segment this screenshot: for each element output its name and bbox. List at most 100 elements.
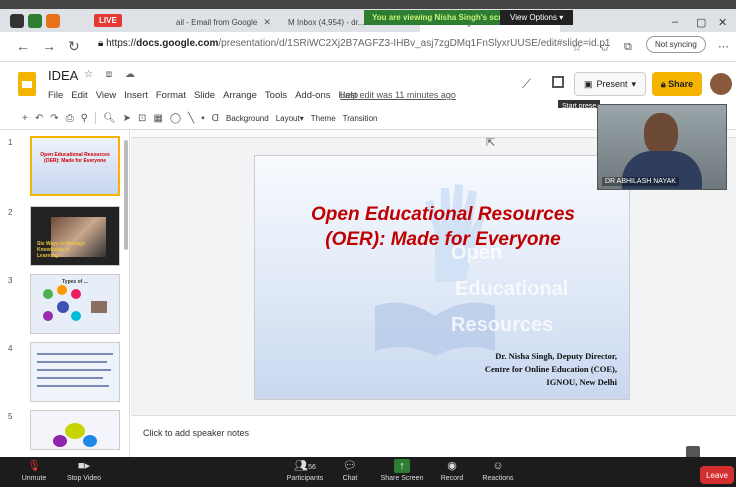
- text-line: [37, 369, 111, 371]
- last-edit-link[interactable]: Last edit was 11 minutes ago: [340, 90, 456, 100]
- comment-icon[interactable]: [552, 76, 564, 88]
- live-badge: LIVE: [94, 14, 122, 27]
- comment-add-icon[interactable]: ▪: [201, 113, 205, 124]
- thumbnail-number: 4: [8, 344, 13, 353]
- author-textbox[interactable]: Dr. Nisha Singh, Deputy Director, Centre…: [485, 350, 617, 389]
- line-icon[interactable]: ╲: [188, 113, 194, 124]
- present-button[interactable]: ▣ Present ▾: [574, 72, 646, 96]
- menu-item-file[interactable]: File: [48, 90, 63, 101]
- back-icon[interactable]: ←: [16, 38, 30, 54]
- participant-video[interactable]: DR ABHILASH NAYAK: [597, 104, 727, 190]
- record-button[interactable]: ◉ Record: [432, 459, 472, 482]
- format-clear-icon[interactable]: Ɑ: [212, 113, 219, 124]
- participants-icon: 👥︎56: [294, 460, 316, 472]
- forward-icon[interactable]: →: [42, 38, 56, 54]
- reactions-icon: ☺: [492, 460, 504, 472]
- print-icon[interactable]: ⎙: [66, 113, 74, 124]
- stop-video-button[interactable]: ■▸ Stop Video: [64, 459, 104, 482]
- new-slide-icon[interactable]: +: [22, 113, 28, 124]
- url-domain: docs.google.com: [136, 38, 219, 49]
- menu-item-addons[interactable]: Add-ons: [295, 90, 330, 101]
- more-icon[interactable]: ⋯: [718, 40, 729, 53]
- menu-item-insert[interactable]: Insert: [124, 90, 148, 101]
- lock-icon: 🔒︎: [660, 78, 669, 89]
- zoom-icon[interactable]: 🔍︎: [103, 113, 116, 124]
- view-options-button[interactable]: View Options ▾: [500, 10, 574, 25]
- unmute-label: Unmute: [21, 475, 47, 482]
- image-icon[interactable]: ▦: [153, 113, 162, 124]
- shield-icon[interactable]: [28, 14, 42, 28]
- share-screen-label: Share Screen: [380, 475, 424, 482]
- watermark-text: Educational: [455, 278, 569, 300]
- sync-button[interactable]: Not syncing: [646, 36, 706, 53]
- share-label: Share: [668, 79, 694, 89]
- tab-email[interactable]: ail - Email from Google ✕: [170, 12, 270, 32]
- record-icon: ◉: [447, 460, 457, 472]
- url-path: /presentation/d/1SRiWC2Xj2B7AGFZ3-IHBv_a…: [218, 38, 611, 49]
- close-window-icon[interactable]: ✕: [718, 16, 727, 29]
- current-slide[interactable]: Open Educational Resources Open Educatio…: [254, 155, 630, 400]
- menu-item-slide[interactable]: Slide: [194, 90, 215, 101]
- redo-icon[interactable]: ↷: [50, 113, 58, 124]
- close-icon[interactable]: ✕: [263, 17, 270, 28]
- url-field[interactable]: 🔒︎ https://docs.google.com/presentation/…: [98, 38, 610, 49]
- share-screen-button[interactable]: ↑ Share Screen: [378, 459, 426, 482]
- background-button[interactable]: Background: [226, 114, 269, 123]
- reactions-button[interactable]: ☺ Reactions: [478, 459, 518, 482]
- speaker-notes[interactable]: Click to add speaker notes: [131, 415, 736, 457]
- activity-icon[interactable]: ⟋: [522, 76, 531, 92]
- menu-item-tools[interactable]: Tools: [265, 90, 287, 101]
- diagram-node: [71, 289, 81, 299]
- slide-thumbnail-1[interactable]: Open Educational Resources (OER): Made f…: [30, 136, 120, 196]
- diagram-node: [43, 311, 53, 321]
- tab-label: ail - Email from Google: [176, 17, 258, 27]
- app-icon[interactable]: [10, 14, 24, 28]
- slide-thumbnail-4[interactable]: [30, 342, 120, 402]
- chat-button[interactable]: 💬︎ Chat: [330, 459, 370, 482]
- shape-icon[interactable]: ◯: [170, 113, 181, 124]
- collections-icon[interactable]: ⧉: [624, 41, 632, 54]
- share-screen-icon: ↑: [394, 459, 410, 473]
- minimize-icon[interactable]: –: [672, 16, 678, 28]
- unmute-button[interactable]: 🎙︎ Unmute: [14, 459, 54, 482]
- watermark-text: Resources: [451, 314, 554, 336]
- favorites-icon[interactable]: ✩: [600, 41, 609, 54]
- menu-item-format[interactable]: Format: [156, 90, 186, 101]
- maximize-icon[interactable]: ▢: [696, 16, 706, 29]
- slide-thumbnail-2[interactable]: Six Ways to Manage Knowledge in Learning: [30, 206, 120, 266]
- transition-button[interactable]: Transition: [343, 114, 378, 123]
- participants-button[interactable]: 👥︎56 Participants: [282, 459, 328, 482]
- layout-button[interactable]: Layout▾: [276, 114, 304, 123]
- paint-format-icon[interactable]: ⚲: [81, 113, 88, 124]
- textbox-icon[interactable]: ⊡: [138, 113, 146, 124]
- thumbnails-scrollbar[interactable]: [124, 140, 128, 250]
- avatar[interactable]: [710, 73, 732, 95]
- theme-button[interactable]: Theme: [311, 114, 336, 123]
- chevron-down-icon[interactable]: ▾: [632, 79, 637, 90]
- document-title[interactable]: IDEA: [48, 68, 78, 83]
- slides-logo-icon[interactable]: [18, 72, 36, 96]
- thumbnail-number: 5: [8, 412, 13, 421]
- reload-icon[interactable]: ↻: [68, 38, 80, 55]
- star-icon[interactable]: ☆: [572, 41, 582, 54]
- slide-thumbnail-3[interactable]: Types of ...: [30, 274, 120, 334]
- app-icon[interactable]: [46, 14, 60, 28]
- menu-item-arrange[interactable]: Arrange: [223, 90, 257, 101]
- slide-title[interactable]: Open Educational Resources (OER): Made f…: [255, 202, 629, 252]
- slide-thumbnail-5[interactable]: [30, 410, 120, 450]
- participants-count: 56: [308, 464, 316, 471]
- diagram-node: [57, 285, 67, 295]
- select-icon[interactable]: ➤: [123, 113, 131, 124]
- microphone-muted-icon: 🎙︎: [27, 460, 41, 472]
- undo-icon[interactable]: ↶: [35, 113, 43, 124]
- present-label: Present: [596, 79, 628, 89]
- leave-button[interactable]: Leave: [700, 466, 734, 484]
- menu-item-view[interactable]: View: [96, 90, 116, 101]
- zoom-top-strip: [0, 0, 736, 9]
- participant-name: DR ABHILASH NAYAK: [602, 177, 679, 186]
- menu-item-edit[interactable]: Edit: [71, 90, 87, 101]
- thumbnail-number: 1: [8, 138, 13, 147]
- title-icons[interactable]: ☆ ⧈ ☁: [84, 69, 140, 80]
- diagram-node: [53, 435, 67, 447]
- share-button[interactable]: 🔒︎ Share: [652, 72, 702, 96]
